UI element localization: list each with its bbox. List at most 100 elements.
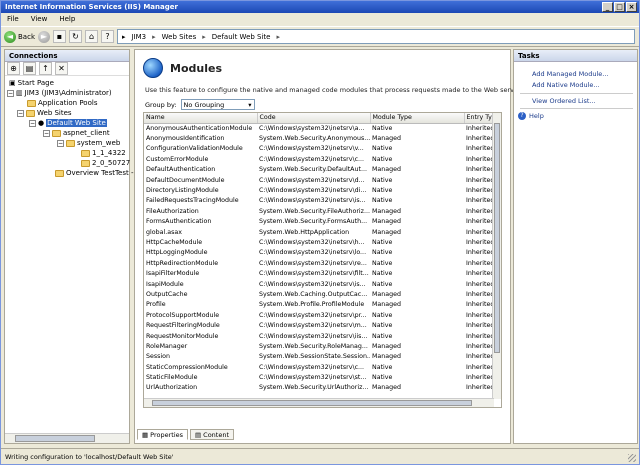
refresh-icon[interactable]: ↻ xyxy=(69,30,82,43)
table-row[interactable]: OutputCache System.Web.Caching.OutputCac.… xyxy=(144,289,494,299)
up-icon[interactable]: ↑ xyxy=(39,62,52,75)
address-part-server[interactable]: JIM3 xyxy=(132,33,147,41)
minimize-button[interactable]: _ xyxy=(602,2,613,12)
table-row[interactable]: StaticCompressionModule C:\Windows\system… xyxy=(144,362,494,372)
table-row[interactable]: IsapiFilterModule C:\Windows\system32\ine… xyxy=(144,268,494,278)
cell-module-type: Native xyxy=(372,280,393,288)
folder-icon xyxy=(81,149,90,157)
collapse-icon[interactable]: − xyxy=(43,129,50,137)
menu-view[interactable]: View xyxy=(31,15,48,23)
back-arrow-icon: ◄ xyxy=(4,30,16,43)
tab-properties[interactable]: ▦ Properties xyxy=(137,429,189,440)
collapse-icon[interactable]: − xyxy=(57,139,64,147)
tasks-header: Tasks xyxy=(514,50,637,62)
collapse-icon[interactable]: − xyxy=(29,119,36,127)
tree-item-system-web[interactable]: − system_web xyxy=(57,138,120,148)
view-tabs: ▦ Properties ▤ Content xyxy=(137,429,235,440)
view-ordered-list-link[interactable]: View Ordered List... xyxy=(532,97,596,105)
collapse-icon[interactable]: − xyxy=(17,109,24,117)
back-button[interactable]: ◄ Back xyxy=(4,30,35,43)
resize-grip-icon[interactable] xyxy=(628,454,636,462)
connections-horizontal-scrollbar[interactable] xyxy=(5,433,129,443)
tree-item-aspnet-client[interactable]: − aspnet_client xyxy=(43,128,110,138)
table-row[interactable]: Session System.Web.SessionState.Session..… xyxy=(144,352,494,362)
column-header-entry-type[interactable]: Entry Ty xyxy=(464,113,495,124)
table-row[interactable]: AnonymousAuthenticationModule C:\Windows\… xyxy=(144,123,494,133)
cell-code: C:\Windows\system32\inetsrv\v... xyxy=(259,145,364,153)
address-part-site[interactable]: Default Web Site xyxy=(212,33,271,41)
scrollbar-thumb[interactable] xyxy=(15,435,95,442)
tree-item-web-sites[interactable]: − Web Sites xyxy=(17,108,72,118)
page-title: Modules xyxy=(170,61,222,75)
cell-module-type: Native xyxy=(372,249,393,257)
table-row[interactable]: DefaultDocumentModule C:\Windows\system32… xyxy=(144,175,494,185)
menu-file[interactable]: File xyxy=(7,15,19,23)
maximize-button[interactable]: □ xyxy=(614,2,625,12)
cell-module-type: Native xyxy=(372,187,393,195)
window-title: Internet Information Services (IIS) Mana… xyxy=(5,3,178,11)
group-by-select[interactable]: No Grouping ▾ xyxy=(180,99,255,110)
table-row[interactable]: ConfigurationValidationModule C:\Windows\… xyxy=(144,144,494,154)
table-row[interactable]: ProtocolSupportModule C:\Windows\system32… xyxy=(144,310,494,320)
table-row[interactable]: RoleManager System.Web.Security.RoleManag… xyxy=(144,341,494,351)
help-icon[interactable]: ? xyxy=(101,30,114,43)
address-part-websites[interactable]: Web Sites xyxy=(162,33,197,41)
cell-code: System.Web.Profile.ProfileModule xyxy=(259,301,365,309)
column-header-code[interactable]: Code xyxy=(257,113,371,124)
stop-icon[interactable]: ▪ xyxy=(53,30,66,43)
close-button[interactable]: × xyxy=(626,2,637,12)
properties-icon: ▦ xyxy=(142,430,149,439)
table-horizontal-scrollbar[interactable] xyxy=(144,398,494,407)
delete-icon[interactable]: ✕ xyxy=(55,62,68,75)
table-row[interactable]: StaticFileModule C:\Windows\system32\inet… xyxy=(144,372,494,382)
tree-item-default-web-site[interactable]: − ● Default Web Site xyxy=(29,118,107,128)
collapse-icon[interactable]: − xyxy=(7,89,14,97)
tree-item-application-pools[interactable]: Application Pools xyxy=(27,98,97,108)
table-row[interactable]: RequestMonitorModule C:\Windows\system32\… xyxy=(144,331,494,341)
table-row[interactable]: FileAuthorization System.Web.Security.Fil… xyxy=(144,206,494,216)
help-link[interactable]: ? Help xyxy=(518,112,544,120)
forward-arrow-icon[interactable]: ► xyxy=(38,30,50,43)
address-separator-icon: ▸ xyxy=(202,32,206,41)
add-managed-module-link[interactable]: Add Managed Module... xyxy=(532,70,609,78)
tab-content[interactable]: ▤ Content xyxy=(190,429,235,440)
table-row[interactable]: AnonymousIdentification System.Web.Securi… xyxy=(144,133,494,143)
cell-entry-type: Inherited xyxy=(466,301,494,309)
table-row[interactable]: Profile System.Web.Profile.ProfileModule M… xyxy=(144,300,494,310)
table-row[interactable]: HttpRedirectionModule C:\Windows\system32… xyxy=(144,258,494,268)
column-header-module-type[interactable]: Module Type xyxy=(370,113,465,124)
scrollbar-thumb[interactable] xyxy=(494,123,500,353)
menu-bar: File View Help xyxy=(1,13,639,25)
table-row[interactable]: DefaultAuthentication System.Web.Security… xyxy=(144,165,494,175)
table-row[interactable]: DirectoryListingModule C:\Windows\system3… xyxy=(144,185,494,195)
tree-item-overview-testtest[interactable]: Overview TestTest - xyxy=(55,168,134,178)
tree-item-start-page[interactable]: ▣ Start Page xyxy=(9,78,54,88)
address-bar[interactable]: ▸ JIM3 ▸ Web Sites ▸ Default Web Site ▸ xyxy=(117,29,635,44)
table-row[interactable]: HttpLoggingModule C:\Windows\system32\ine… xyxy=(144,248,494,258)
save-icon[interactable]: ▤ xyxy=(23,62,36,75)
tree-item-2-0-50727[interactable]: 2_0_50727 xyxy=(81,158,130,168)
table-row[interactable]: CustomErrorModule C:\Windows\system32\ine… xyxy=(144,154,494,164)
column-header-name[interactable]: Name xyxy=(144,113,258,124)
table-row[interactable]: FailedRequestsTracingModule C:\Windows\sy… xyxy=(144,196,494,206)
cell-code: C:\Windows\system32\inetsrv\pr... xyxy=(259,311,367,319)
tree-item-server[interactable]: − ▥ JIM3 (JIM3\Administrator) xyxy=(7,88,112,98)
table-row[interactable]: global.asax System.Web.HttpApplication Man… xyxy=(144,227,494,237)
connect-icon[interactable]: ⊕ xyxy=(7,62,20,75)
home-icon[interactable]: ⌂ xyxy=(85,30,98,43)
table-row[interactable]: FormsAuthentication System.Web.Security.F… xyxy=(144,217,494,227)
table-vertical-scrollbar[interactable] xyxy=(492,113,501,399)
start-page-icon: ▣ xyxy=(9,79,16,87)
menu-help[interactable]: Help xyxy=(59,15,75,23)
table-row[interactable]: RequestFilteringModule C:\Windows\system3… xyxy=(144,320,494,330)
cell-code: System.Web.HttpApplication xyxy=(259,228,350,236)
add-native-module-link[interactable]: Add Native Module... xyxy=(532,81,600,89)
scrollbar-thumb[interactable] xyxy=(152,400,472,406)
cell-code: System.Web.Security.FormsAuth... xyxy=(259,218,368,226)
table-row[interactable]: HttpCacheModule C:\Windows\system32\inets… xyxy=(144,237,494,247)
table-row[interactable]: IsapiModule C:\Windows\system32\inetsrv\i… xyxy=(144,279,494,289)
tree-item-1-1-4322[interactable]: 1_1_4322 xyxy=(81,148,126,158)
cell-module-type: Native xyxy=(372,197,393,205)
table-row[interactable]: UrlAuthorization System.Web.Security.UrlA… xyxy=(144,383,494,393)
cell-entry-type: Inherited xyxy=(466,259,494,267)
